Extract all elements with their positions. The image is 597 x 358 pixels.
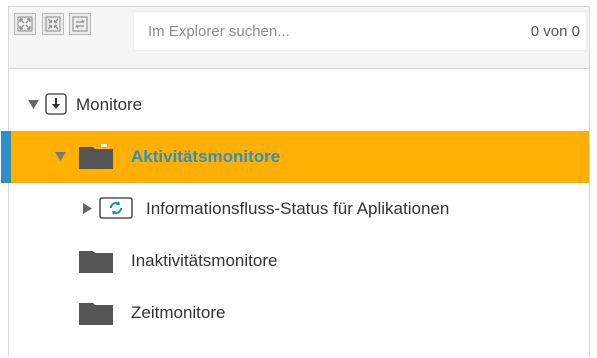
explorer-panel: 0 von 0 Monitore [1, 6, 590, 356]
folder-icon [79, 299, 113, 330]
tree-node-informationsfluss-status[interactable]: Informationsfluss-Status für Aplikatione… [9, 183, 589, 235]
collapse-all-button[interactable] [42, 13, 64, 35]
tree-node-zeitmonitore[interactable]: Zeitmonitore [9, 287, 589, 339]
tree-node-label: Monitore [76, 95, 143, 114]
expand-all-button[interactable] [14, 13, 36, 35]
search-input[interactable] [134, 12, 494, 50]
collapsed-arrow-icon[interactable] [81, 202, 93, 214]
refresh-box-icon [99, 197, 133, 224]
selection-marker [1, 131, 11, 183]
tree-node-label: Zeitmonitore [131, 303, 226, 322]
expanded-arrow-icon[interactable] [27, 98, 39, 110]
tree-node-monitore[interactable]: Monitore [9, 79, 589, 131]
tree-node-label: Aktivitätsmonitore [131, 147, 281, 166]
expand-all-icon [17, 16, 33, 32]
match-count: 0 von 0 [530, 23, 580, 40]
folder-icon [79, 247, 113, 278]
search-box: 0 von 0 [133, 11, 587, 51]
expanded-arrow-icon[interactable] [54, 150, 66, 162]
tree-node-aktivitaetsmonitore[interactable]: Aktivitätsmonitore [1, 131, 589, 183]
collapse-all-icon [45, 16, 61, 32]
tree-node-inaktivitaetsmonitore[interactable]: Inaktivitätsmonitore [9, 235, 589, 287]
sync-icon [72, 16, 88, 32]
folder-icon [79, 143, 113, 174]
sync-button[interactable] [69, 13, 91, 35]
download-box-icon [45, 93, 67, 120]
tree-node-label: Informationsfluss-Status für Aplikatione… [146, 199, 450, 218]
explorer-toolbar: 0 von 0 [9, 7, 589, 69]
tree-node-label: Inaktivitätsmonitore [131, 251, 278, 270]
